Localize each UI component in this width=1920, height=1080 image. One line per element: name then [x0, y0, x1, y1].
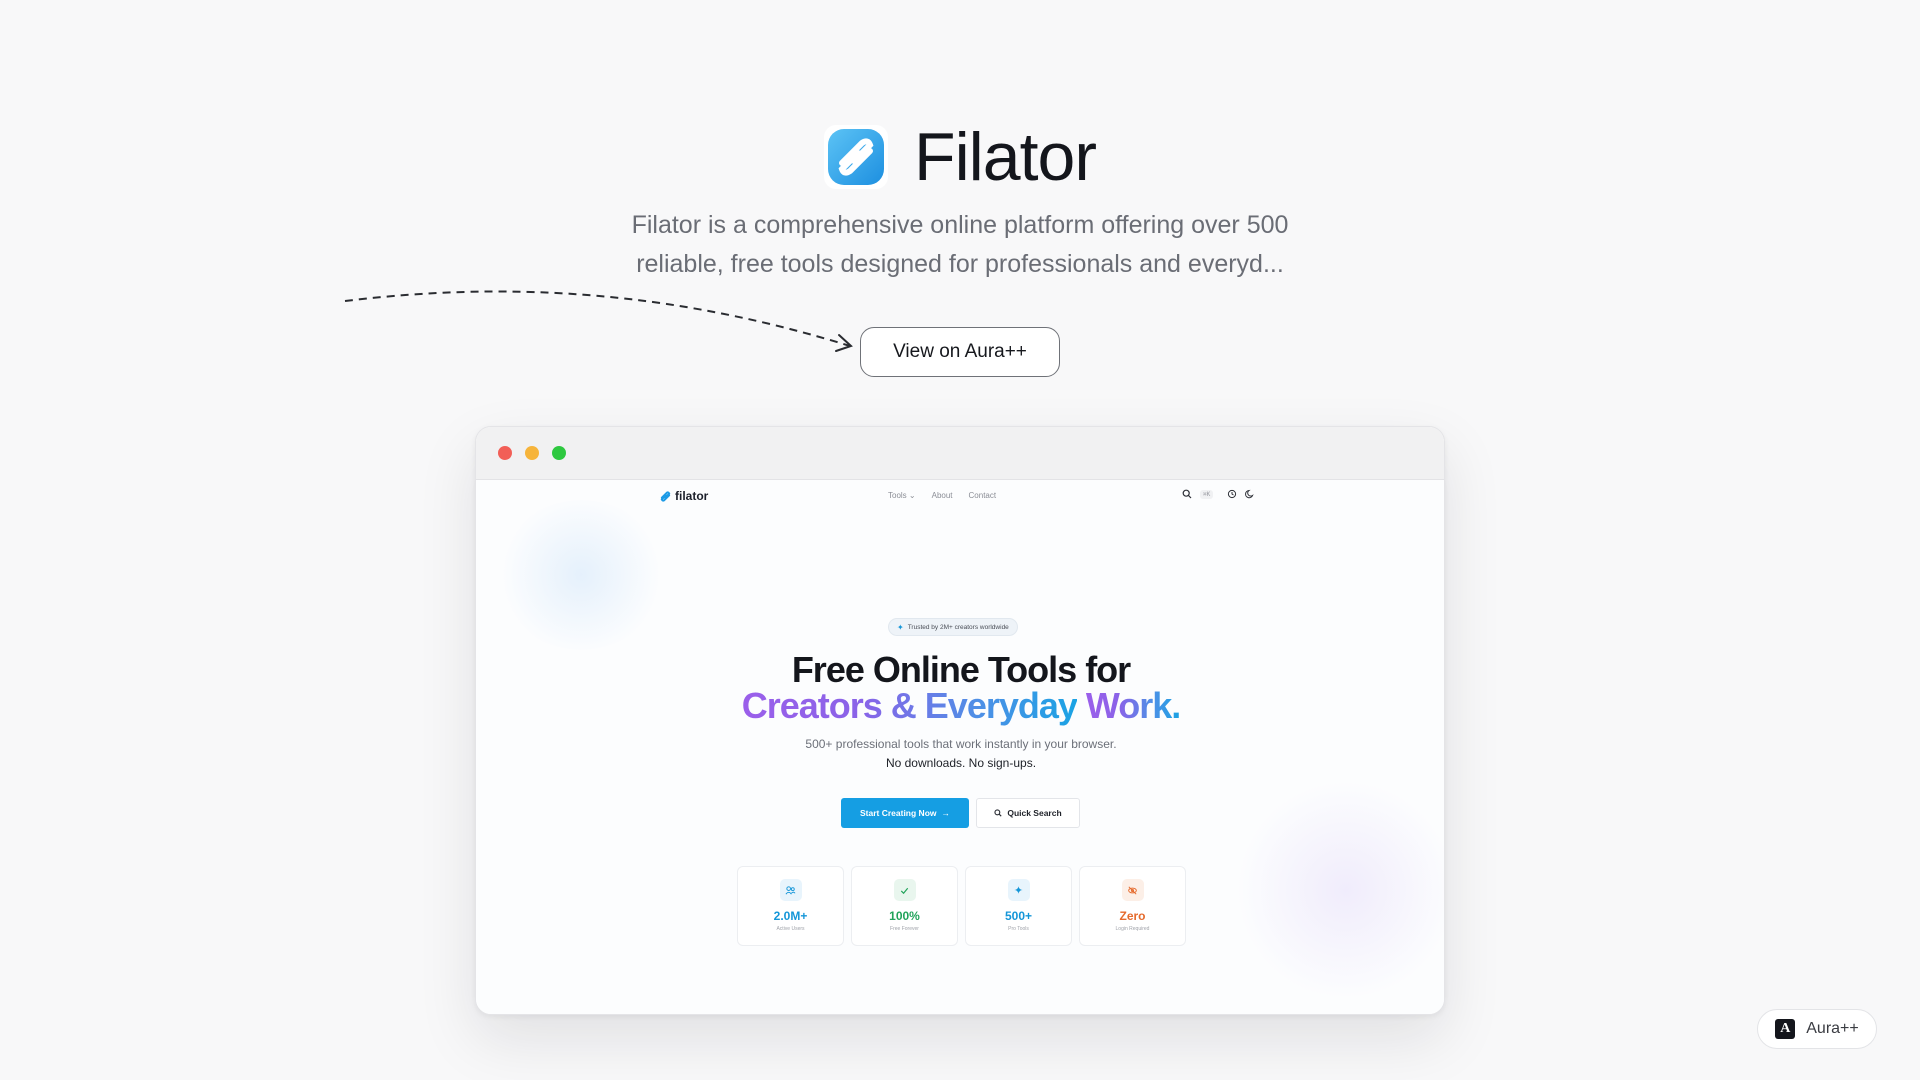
check-icon	[893, 879, 916, 901]
background-glow	[1236, 780, 1444, 1000]
stat-label: Login Required	[1115, 926, 1150, 932]
browser-viewport: filator Tools ⌄ About Contact ⌘K ✦ Trust…	[476, 480, 1444, 1014]
nav-tools[interactable]: Tools ⌄	[888, 491, 916, 500]
start-creating-label: Start Creating Now	[859, 808, 937, 818]
stat-card-login: Zero Login Required	[1079, 866, 1186, 946]
browser-titlebar	[476, 427, 1444, 480]
stat-card-users: 2.0M+ Active Users	[737, 866, 844, 946]
users-icon	[779, 879, 802, 901]
dark-mode-icon[interactable]	[1245, 489, 1255, 499]
description-line-1: Filator is a comprehensive online platfo…	[631, 211, 1289, 239]
minimize-window-icon[interactable]	[525, 446, 539, 460]
close-window-icon[interactable]	[498, 446, 512, 460]
eye-off-icon	[1121, 879, 1144, 901]
stat-card-free: 100% Free Forever	[851, 866, 958, 946]
filator-logo-icon	[824, 125, 889, 189]
background-glow	[496, 500, 666, 650]
sparkle-icon: ✦	[897, 622, 904, 632]
quick-search-button[interactable]: Quick Search	[976, 798, 1080, 828]
site-logo-icon	[660, 490, 671, 502]
arrow-right-icon: →	[941, 808, 951, 818]
nav-about[interactable]: About	[932, 491, 953, 500]
site-logo[interactable]: filator	[659, 489, 708, 503]
subtitle-line-1: 500+ professional tools that work instan…	[805, 737, 1117, 751]
stat-card-tools: ✦ 500+ Pro Tools	[965, 866, 1072, 946]
stat-label: Pro Tools	[1008, 926, 1029, 932]
stat-label: Active Users	[776, 926, 805, 932]
browser-window: filator Tools ⌄ About Contact ⌘K ✦ Trust…	[475, 426, 1445, 1015]
trust-badge-text: Trusted by 2M+ creators worldwide	[907, 623, 1009, 631]
view-on-aura-button[interactable]: View on Aura++	[860, 327, 1060, 377]
aura-logo-icon: A	[1775, 1019, 1796, 1039]
showcase-header: Filator	[0, 118, 1920, 196]
trust-badge: ✦ Trusted by 2M+ creators worldwide	[888, 618, 1018, 636]
quick-search-label: Quick Search	[1007, 808, 1062, 818]
app-title: Filator	[914, 119, 1097, 195]
nav-contact[interactable]: Contact	[969, 491, 997, 500]
sparkle-icon: ✦	[1007, 879, 1030, 901]
search-icon	[994, 809, 1002, 817]
nav-tools-label: Tools	[888, 491, 907, 500]
stat-value: 500+	[1004, 909, 1033, 923]
search-icon[interactable]	[1182, 489, 1192, 499]
site-nav-links: Tools ⌄ About Contact	[888, 491, 996, 500]
stats-row: 2.0M+ Active Users 100% Free Forever ✦ 5…	[737, 866, 1186, 946]
stat-value: 2.0M+	[773, 909, 808, 923]
search-shortcut: ⌘K	[1200, 489, 1214, 499]
headline-gradient-text-end: Work.	[1085, 685, 1181, 726]
maximize-window-icon[interactable]	[552, 446, 566, 460]
app-description: Filator is a comprehensive online platfo…	[560, 206, 1360, 284]
subtitle-line-2: No downloads. No sign-ups.	[885, 756, 1037, 770]
chevron-down-icon: ⌄	[908, 491, 916, 500]
stat-value: 100%	[889, 909, 920, 923]
headline-line-2: Creators & Everyday Work.	[476, 685, 1444, 727]
site-nav-tools: ⌘K	[1182, 489, 1255, 499]
aura-badge[interactable]: A Aura++	[1757, 1009, 1877, 1049]
dashed-arrow-icon	[344, 290, 853, 352]
headline-gradient-text: Creators & Everyday	[741, 685, 1078, 726]
site-navbar: filator Tools ⌄ About Contact ⌘K	[476, 480, 1444, 510]
stat-label: Free Forever	[890, 926, 919, 932]
stat-value: Zero	[1119, 909, 1146, 923]
start-creating-button[interactable]: Start Creating Now →	[841, 798, 969, 828]
history-icon[interactable]	[1227, 489, 1237, 499]
description-line-2: reliable, free tools designed for profes…	[636, 250, 1284, 278]
aura-badge-label: Aura++	[1806, 1020, 1859, 1037]
site-logo-text: filator	[675, 489, 709, 503]
